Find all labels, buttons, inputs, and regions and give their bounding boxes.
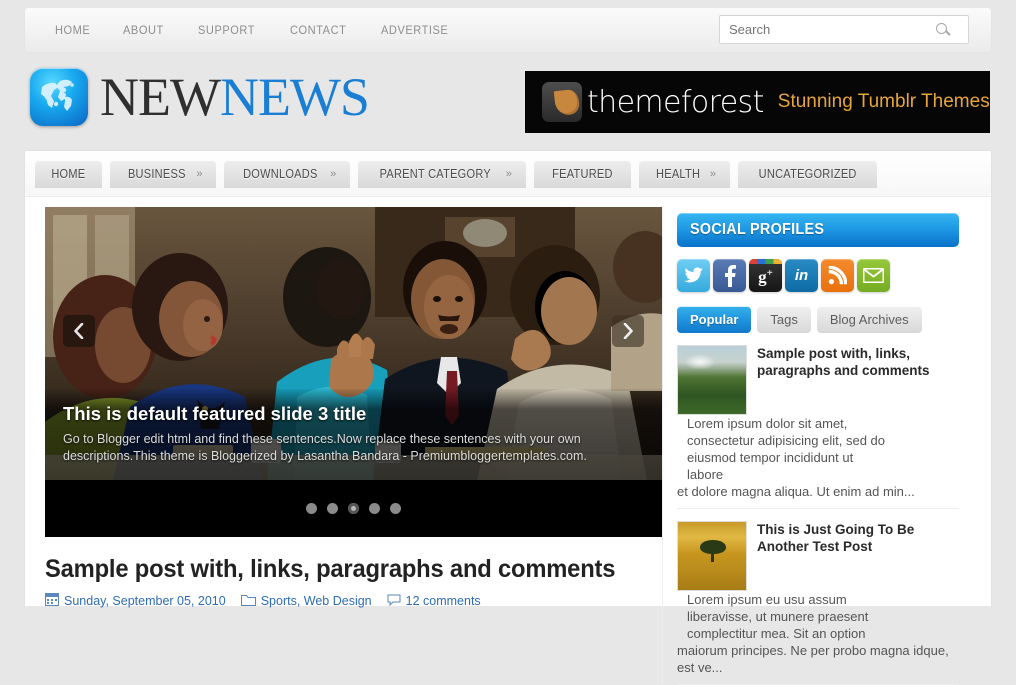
topnav-item-about[interactable]: ABOUT: [123, 23, 164, 37]
chevron-right-icon: »: [196, 168, 203, 180]
page-container: HOME BUSINESS » DOWNLOADS » PARENT CATEG…: [24, 150, 992, 685]
topnav-item-support[interactable]: SUPPORT: [198, 23, 255, 37]
featured-slider: This is default featured slide 3 title G…: [45, 207, 662, 537]
top-navigation: HOME ABOUT SUPPORT CONTACT ADVERTISE: [55, 8, 484, 52]
post-date[interactable]: Sunday, September 05, 2010: [45, 593, 226, 609]
slider-dot-3[interactable]: [348, 503, 359, 514]
popular-post-snippet-rest: maiorum principes. Ne per probo magna id…: [677, 643, 949, 675]
catnav-item-downloads[interactable]: DOWNLOADS »: [224, 160, 351, 188]
tab-popular[interactable]: Popular: [677, 306, 752, 333]
slider-dot-5[interactable]: [390, 503, 401, 514]
topnav-item-advertise[interactable]: ADVERTISE: [381, 23, 448, 37]
globe-icon: [30, 68, 88, 126]
catnav-label: PARENT CATEGORY: [379, 167, 492, 181]
site-logo[interactable]: NEWNEWS: [30, 67, 370, 127]
search-box[interactable]: [719, 15, 969, 44]
slider-dot-4[interactable]: [369, 503, 380, 514]
chevron-left-icon: [74, 323, 84, 339]
popular-post-title[interactable]: This is Just Going To Be Another Test Po…: [757, 521, 957, 591]
catnav-item-home[interactable]: HOME: [35, 160, 102, 188]
catnav-label: HEALTH: [655, 167, 700, 181]
googleplus-icon[interactable]: g+: [749, 259, 782, 292]
list-item: This is Just Going To Be Another Test Po…: [677, 509, 959, 685]
category-navigation: HOME BUSINESS » DOWNLOADS » PARENT CATEG…: [25, 151, 991, 197]
facebook-icon[interactable]: [713, 259, 746, 292]
masthead: NEWNEWS themeforest Stunning Tumblr Them…: [0, 60, 1016, 150]
topnav-item-home[interactable]: HOME: [55, 23, 90, 37]
post-thumbnail[interactable]: [677, 521, 747, 591]
post-entry: Sample post with, links, paragraphs and …: [45, 537, 662, 609]
rss-icon[interactable]: [821, 259, 854, 292]
chevron-right-icon: »: [505, 168, 512, 180]
ad-tagline-text: Stunning Tumblr Themes: [777, 91, 990, 112]
catnav-label: FEATURED: [552, 167, 613, 181]
ad-brand-text: themeforest: [587, 84, 764, 120]
catnav-item-parent-category[interactable]: PARENT CATEGORY »: [358, 160, 526, 188]
chevron-right-icon: [623, 323, 633, 339]
catnav-item-health[interactable]: HEALTH »: [638, 160, 731, 188]
topnav-item-contact[interactable]: CONTACT: [290, 23, 346, 37]
slide-caption: This is default featured slide 3 title G…: [45, 389, 662, 480]
tab-popular-label: Popular: [690, 312, 739, 327]
post-thumbnail[interactable]: [677, 345, 747, 415]
tab-blog-archives-label: Blog Archives: [829, 312, 909, 327]
post-comments[interactable]: 12 comments: [387, 594, 481, 609]
top-utility-bar: HOME ABOUT SUPPORT CONTACT ADVERTISE: [24, 8, 992, 53]
main-column: This is default featured slide 3 title G…: [25, 207, 662, 685]
sidebar: SOCIAL PROFILES g+ in Popular Tags Blog …: [662, 207, 973, 685]
chevron-right-icon: »: [330, 168, 337, 180]
list-item: Sample post with, links, paragraphs and …: [677, 333, 959, 509]
themeforest-leaf-icon: [542, 82, 582, 122]
tab-tags-label: Tags: [770, 312, 798, 327]
comment-icon: [387, 594, 401, 609]
catnav-label: BUSINESS: [127, 167, 186, 181]
catnav-item-business[interactable]: BUSINESS »: [109, 160, 217, 188]
tab-blog-archives[interactable]: Blog Archives: [816, 306, 922, 333]
popular-post-snippet: Lorem ipsum eu usu assum liberavisse, ut…: [687, 592, 869, 641]
catnav-item-uncategorized[interactable]: UNCATEGORIZED: [738, 160, 878, 188]
search-icon[interactable]: [932, 19, 954, 41]
slider-dot-2[interactable]: [327, 503, 338, 514]
site-title-part1: NEW: [100, 67, 221, 127]
social-profiles-title: SOCIAL PROFILES: [690, 221, 825, 238]
twitter-icon[interactable]: [677, 259, 710, 292]
slider-next-button[interactable]: [612, 315, 644, 347]
slider-dot-1[interactable]: [306, 503, 317, 514]
advertisement-banner[interactable]: themeforest Stunning Tumblr Themes: [525, 71, 990, 133]
post-meta: Sunday, September 05, 2010 Sports, Web D…: [45, 593, 662, 609]
slider-prev-button[interactable]: [63, 315, 95, 347]
sidebar-tabs: Popular Tags Blog Archives: [677, 306, 959, 333]
catnav-label: DOWNLOADS: [243, 167, 319, 181]
slide-description: Go to Blogger edit html and find these s…: [63, 432, 587, 463]
post-title[interactable]: Sample post with, links, paragraphs and …: [45, 555, 631, 584]
post-categories[interactable]: Sports, Web Design: [240, 594, 372, 609]
tab-tags[interactable]: Tags: [757, 306, 811, 333]
slide-title[interactable]: This is default featured slide 3 title: [63, 403, 644, 425]
social-profiles-widget-header: SOCIAL PROFILES: [677, 213, 959, 247]
calendar-icon: [45, 593, 59, 609]
linkedin-icon[interactable]: in: [785, 259, 818, 292]
catnav-item-featured[interactable]: FEATURED: [533, 160, 631, 188]
email-icon[interactable]: [857, 259, 890, 292]
popular-post-snippet-rest: et dolore magna aliqua. Ut enim ad min..…: [677, 484, 915, 499]
slider-pagination: [45, 480, 662, 537]
catnav-label: HOME: [51, 167, 86, 181]
chevron-right-icon: »: [709, 168, 717, 180]
site-title: NEWNEWS: [100, 67, 370, 127]
popular-post-title[interactable]: Sample post with, links, paragraphs and …: [757, 345, 957, 415]
folder-icon: [240, 594, 256, 609]
site-title-part2: NEWS: [219, 67, 370, 127]
content-columns: This is default featured slide 3 title G…: [25, 197, 991, 685]
search-input[interactable]: [720, 22, 928, 37]
social-profiles-list: g+ in: [677, 259, 959, 292]
popular-post-snippet: Lorem ipsum dolor sit amet, consectetur …: [687, 416, 886, 482]
catnav-label: UNCATEGORIZED: [758, 167, 857, 181]
